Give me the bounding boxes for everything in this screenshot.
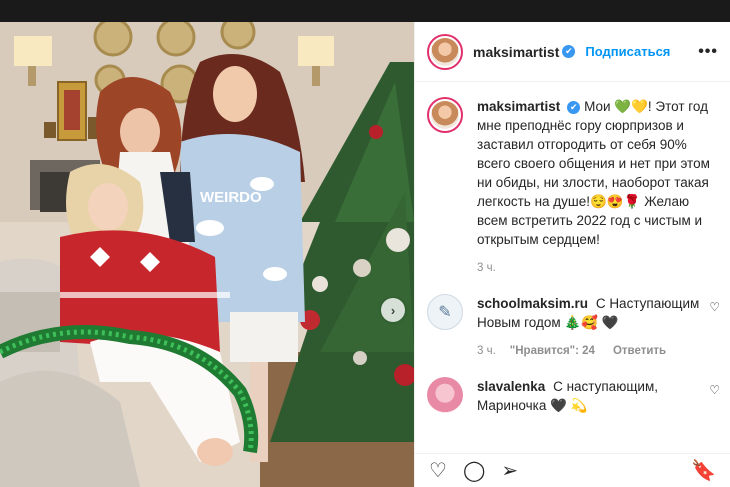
follow-button[interactable]: Подписаться: [585, 44, 670, 59]
comment-username[interactable]: schoolmaksim.ru: [477, 296, 588, 311]
post-dialog: WEIRDO › maksimartist ✔ Подписаться ••• …: [0, 22, 730, 487]
photo-illustration: WEIRDO: [0, 22, 414, 487]
save-icon[interactable]: 🔖: [691, 461, 716, 481]
svg-text:WEIRDO: WEIRDO: [200, 189, 262, 206]
next-photo-button[interactable]: ›: [381, 298, 405, 322]
comment-like-icon[interactable]: ♡: [709, 383, 720, 397]
share-icon[interactable]: ➢: [501, 461, 518, 481]
caption-avatar[interactable]: [427, 97, 463, 133]
comment-time[interactable]: 3 ч.: [477, 342, 496, 361]
post-photo: WEIRDO ›: [0, 22, 414, 487]
comment-item: ✎ schoolmaksim.ru С Наступающим Новым го…: [427, 294, 720, 361]
comment-item: slavalenka С наступающим, Мариночка 🖤 💫 …: [427, 377, 720, 415]
caption-username[interactable]: maksimartist: [477, 99, 560, 114]
like-icon[interactable]: ♡: [429, 461, 447, 481]
caption: maksimartist ✔ Мои 💚💛! Этот год мне препо…: [427, 97, 714, 278]
author-avatar[interactable]: [427, 33, 463, 70]
comment-username[interactable]: slavalenka: [477, 379, 545, 394]
reply-button[interactable]: Ответить: [613, 342, 666, 361]
chevron-right-icon: ›: [390, 302, 396, 318]
comments-list[interactable]: maksimartist ✔ Мои 💚💛! Этот год мне препо…: [415, 83, 730, 453]
verified-badge-icon: ✔: [562, 45, 576, 58]
post-actions-bar: ♡ ◯ ➢ 🔖: [415, 453, 730, 487]
comment-avatar[interactable]: [427, 377, 463, 413]
comment-icon[interactable]: ◯: [463, 461, 485, 481]
caption-text: Мои 💚💛! Этот год мне преподнёс гору сюрп…: [477, 99, 710, 247]
author-username[interactable]: maksimartist: [473, 44, 559, 60]
post-side-panel: maksimartist ✔ Подписаться ••• maksimart…: [414, 22, 730, 487]
more-options-icon[interactable]: •••: [698, 43, 718, 61]
comment-like-icon[interactable]: ♡: [709, 300, 720, 314]
verified-badge-icon: ✔: [567, 100, 581, 114]
comment-likes[interactable]: "Нравится": 24: [510, 342, 595, 361]
caption-time[interactable]: 3 ч.: [477, 259, 496, 278]
comment-avatar[interactable]: ✎: [427, 294, 463, 330]
post-header: maksimartist ✔ Подписаться •••: [415, 22, 730, 82]
